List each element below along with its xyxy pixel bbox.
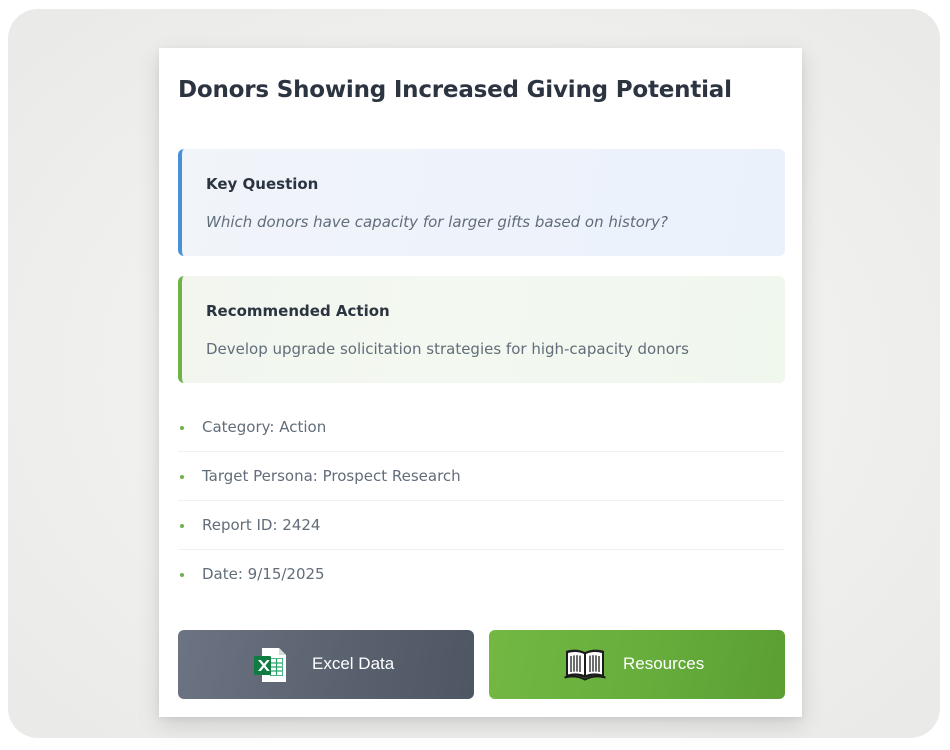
background-panel: Donors Showing Increased Giving Potentia… — [8, 9, 940, 738]
recommended-action-text: Develop upgrade solicitation strategies … — [206, 340, 689, 358]
key-question-label: Key Question — [206, 175, 319, 193]
details-list: Category: Action Target Persona: Prospec… — [178, 403, 785, 599]
detail-text: Report ID: 2424 — [202, 516, 321, 534]
detail-category: Category: Action — [178, 403, 785, 452]
bullet-dot-icon — [180, 426, 184, 430]
resources-button[interactable]: Resources — [489, 630, 785, 699]
recommended-action-box: Recommended Action Develop upgrade solic… — [178, 276, 785, 383]
detail-target-persona: Target Persona: Prospect Research — [178, 452, 785, 501]
detail-text: Target Persona: Prospect Research — [202, 467, 461, 485]
detail-report-id: Report ID: 2424 — [178, 501, 785, 550]
key-question-box: Key Question Which donors have capacity … — [178, 149, 785, 256]
detail-text: Date: 9/15/2025 — [202, 565, 325, 583]
recommended-action-label: Recommended Action — [206, 302, 390, 320]
open-book-icon — [564, 649, 606, 681]
detail-text: Category: Action — [202, 418, 327, 436]
bullet-dot-icon — [180, 573, 184, 577]
report-card: Donors Showing Increased Giving Potentia… — [159, 48, 802, 717]
excel-data-label: Excel Data — [312, 654, 395, 673]
excel-file-icon — [254, 648, 286, 682]
card-title: Donors Showing Increased Giving Potentia… — [178, 77, 732, 103]
key-question-text: Which donors have capacity for larger gi… — [206, 213, 668, 231]
resources-label: Resources — [623, 654, 705, 673]
detail-date: Date: 9/15/2025 — [178, 550, 785, 599]
bullet-dot-icon — [180, 524, 184, 528]
bullet-dot-icon — [180, 475, 184, 479]
excel-data-button[interactable]: Excel Data — [178, 630, 474, 699]
